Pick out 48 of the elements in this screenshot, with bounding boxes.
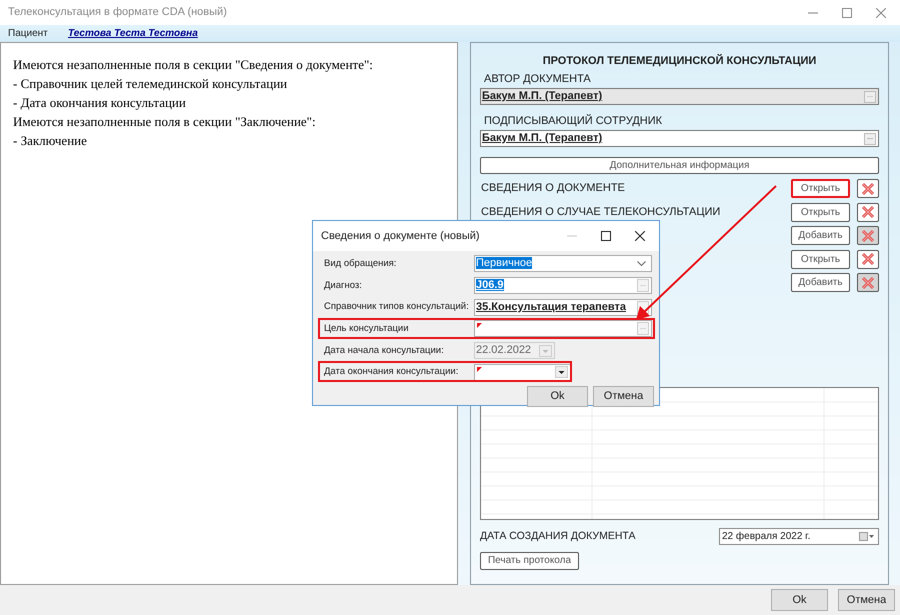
section-label: СВЕДЕНИЯ О СЛУЧАЕ ТЕЛЕКОНСУЛЬТАЦИИ: [480, 206, 722, 219]
field-label: АВТОР ДОКУМЕНТА: [483, 73, 592, 86]
message-line: - Заключение: [13, 133, 88, 149]
field-label: Цель консультации: [324, 322, 410, 335]
window-title: Телеконсультация в формате CDA (новый): [8, 5, 228, 20]
message-line: Имеются незаполненные поля в секции "Сведения о документе":: [13, 57, 374, 73]
delete-icon[interactable]: [861, 205, 875, 220]
field-label: Диагноз:: [324, 280, 363, 292]
section-button[interactable]: Добавить: [791, 273, 850, 292]
panel-title: ПРОТОКОЛ ТЕЛЕМЕДИЦИНСКОЙ КОНСУЛЬТАЦИИ: [542, 55, 818, 68]
info-button[interactable]: Дополнительная информация: [480, 157, 879, 174]
delete-icon[interactable]: [861, 252, 875, 266]
footer-button[interactable]: Отмена: [838, 589, 895, 611]
required-marker-icon: [477, 366, 482, 372]
patient-label: Пациент: [8, 27, 49, 41]
section-button[interactable]: Открыть: [791, 179, 850, 198]
message-line: Имеются незаполненные поля в секции "Заключение":: [13, 114, 317, 130]
lookup-field[interactable]: 35.Консультация терапевта: [474, 298, 652, 316]
delete-button[interactable]: [857, 202, 879, 222]
patient-link[interactable]: Тестова Теста Тестовна: [68, 26, 198, 41]
section-button[interactable]: Добавить: [791, 226, 850, 246]
date-label: ДАТА СОЗДАНИЯ ДОКУМЕНТА: [480, 528, 636, 544]
date-field[interactable]: 22 февраля 2022 г.: [719, 528, 879, 545]
field-label: Дата начала консультации:: [324, 344, 445, 357]
dialog-button[interactable]: Ok: [527, 386, 588, 408]
dialog-title: Сведения о документе (новый): [321, 228, 481, 244]
delete-button[interactable]: [857, 179, 879, 198]
field-label: Вид обращения:: [324, 258, 398, 270]
maximize-icon[interactable]: [601, 231, 611, 241]
message-line: - Справочник целей телемединской консультации: [13, 76, 288, 92]
field-label: Справочник типов консультаций:: [324, 301, 470, 314]
field-label: ПОДПИСЫВАЮЩИЙ СОТРУДНИК: [483, 115, 664, 128]
section-button[interactable]: Открыть: [791, 202, 850, 222]
print-button[interactable]: Печать протокола: [480, 552, 579, 570]
calendar-dropdown-icon[interactable]: [859, 532, 875, 541]
chevron-down-icon[interactable]: [637, 261, 646, 266]
required-marker-icon: [477, 323, 482, 328]
field-label: Дата окончания консультации:: [324, 366, 460, 378]
dropdown-field[interactable]: Первичное: [474, 255, 652, 272]
section-button[interactable]: Открыть: [791, 250, 850, 269]
message-line: - Дата окончания консультации: [13, 95, 187, 111]
section-label: СВЕДЕНИЯ О ДОКУМЕНТЕ: [480, 182, 626, 196]
close-icon[interactable]: [635, 231, 645, 241]
delete-button[interactable]: [857, 250, 879, 269]
delete-icon[interactable]: [861, 182, 875, 196]
date-field[interactable]: [474, 364, 571, 381]
dialog-button[interactable]: Отмена: [593, 386, 654, 408]
footer-button[interactable]: Ok: [771, 589, 828, 611]
